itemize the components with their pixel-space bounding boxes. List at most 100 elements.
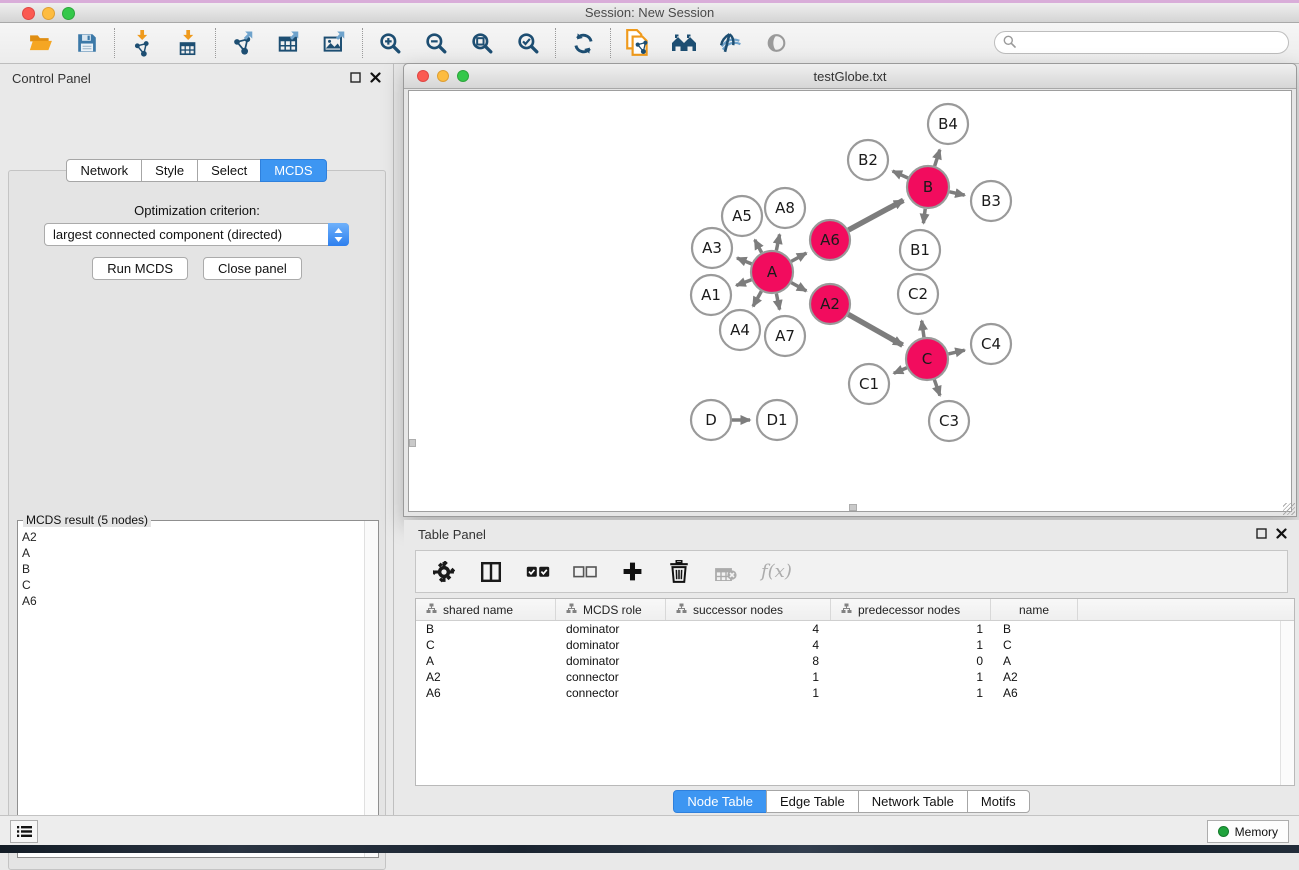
close-window-button[interactable] [22,7,35,20]
result-scrollbar[interactable] [364,521,378,857]
table-cell[interactable]: A [991,654,1078,668]
tab-mcds[interactable]: MCDS [260,159,326,182]
table-cell[interactable]: 1 [831,670,991,684]
table-cell[interactable]: A2 [416,670,556,684]
edge-C-C1[interactable] [894,368,907,374]
table-cell[interactable]: A [416,654,556,668]
table-cell[interactable]: dominator [556,638,666,652]
zoom-in-icon[interactable] [377,30,403,56]
search-input[interactable] [1021,36,1288,50]
column-header-shared-name[interactable]: shared name [416,599,556,620]
run-mcds-button[interactable]: Run MCDS [92,257,188,280]
network-close-button[interactable] [417,70,429,82]
table-cell[interactable]: 8 [666,654,831,668]
edge-B-B4[interactable] [935,150,940,166]
table-cell[interactable]: B [991,622,1078,636]
edge-A-A4[interactable] [753,291,761,306]
table-cell[interactable]: B [416,622,556,636]
table-cell[interactable]: C [991,638,1078,652]
edge-C-C4[interactable] [948,350,964,354]
save-session-icon[interactable] [74,30,100,56]
table-cell[interactable]: 4 [666,622,831,636]
table-cell[interactable]: connector [556,686,666,700]
close-panel-button[interactable]: Close panel [203,257,302,280]
table-cell[interactable]: A6 [416,686,556,700]
float-table-panel-icon[interactable] [1256,527,1267,542]
edge-A6-B[interactable] [848,200,903,230]
mcds-result-list[interactable]: A2ABCA6 [19,529,363,856]
tab-network[interactable]: Network [66,159,142,182]
network-window-titlebar[interactable]: testGlobe.txt [404,64,1296,89]
table-cell[interactable]: 1 [666,686,831,700]
column-header-name[interactable]: name [991,599,1078,620]
tab-edge-table[interactable]: Edge Table [766,790,859,813]
tab-network-table[interactable]: Network Table [858,790,968,813]
column-header-predecessor-nodes[interactable]: predecessor nodes [831,599,991,620]
edge-A-A7[interactable] [776,294,779,310]
table-cell[interactable]: 1 [831,686,991,700]
horizontal-scrollbar-thumb[interactable] [849,504,857,511]
export-table-icon[interactable] [276,30,302,56]
import-table-icon[interactable] [175,30,201,56]
edge-B-B1[interactable] [923,209,925,223]
table-cell[interactable]: 1 [831,638,991,652]
select-all-icon[interactable] [526,560,550,584]
edge-A-A5[interactable] [755,240,762,253]
result-list-item[interactable]: C [22,577,363,593]
vertical-scrollbar-thumb[interactable] [409,439,416,447]
close-table-panel-icon[interactable] [1276,527,1287,542]
resize-grip-icon[interactable] [1283,503,1295,515]
edge-A-A6[interactable] [791,253,806,261]
table-row[interactable]: Adominator80A [416,653,1294,669]
table-cell[interactable]: 1 [666,670,831,684]
network-graph[interactable]: B4B2BB3A5A8A6A3B1AA1C2A2A4A7C4CC1C3DD1 [409,91,1292,512]
edge-A-A8[interactable] [776,234,779,250]
tab-node-table[interactable]: Node Table [673,790,767,813]
table-scrollbar[interactable] [1280,621,1294,785]
export-network-icon[interactable] [230,30,256,56]
table-cell[interactable]: A2 [991,670,1078,684]
show-visibility-icon[interactable] [763,30,789,56]
result-list-item[interactable]: A6 [22,593,363,609]
edge-A-A3[interactable] [737,258,752,264]
tab-motifs[interactable]: Motifs [967,790,1030,813]
table-cell[interactable]: 1 [831,622,991,636]
result-list-item[interactable]: A2 [22,529,363,545]
delete-table-icon[interactable] [714,560,738,584]
apply-function-icon[interactable]: f(x) [761,561,792,582]
float-panel-icon[interactable] [350,71,361,86]
refresh-layout-icon[interactable] [570,30,596,56]
hide-panels-icon[interactable] [717,30,743,56]
table-settings-icon[interactable] [432,560,456,584]
table-cell[interactable]: 0 [831,654,991,668]
tab-style[interactable]: Style [141,159,198,182]
table-header-row[interactable]: shared nameMCDS rolesuccessor nodesprede… [416,599,1294,621]
edge-B-B2[interactable] [893,171,908,178]
task-history-button[interactable] [10,820,38,843]
result-list-item[interactable]: A [22,545,363,561]
network-minimize-button[interactable] [437,70,449,82]
table-row[interactable]: A2connector11A2 [416,669,1294,685]
zoom-selected-icon[interactable] [515,30,541,56]
deselect-all-icon[interactable] [573,560,597,584]
table-row[interactable]: A6connector11A6 [416,685,1294,701]
open-session-icon[interactable] [28,30,54,56]
split-columns-icon[interactable] [479,560,503,584]
table-cell[interactable]: C [416,638,556,652]
close-panel-icon[interactable] [370,71,381,86]
network-canvas[interactable]: B4B2BB3A5A8A6A3B1AA1C2A2A4A7C4CC1C3DD1 [408,90,1292,512]
table-cell[interactable]: dominator [556,654,666,668]
zoom-window-button[interactable] [62,7,75,20]
table-cell[interactable]: A6 [991,686,1078,700]
home-view-icon[interactable] [671,30,697,56]
table-cell[interactable]: dominator [556,622,666,636]
column-header-MCDS-role[interactable]: MCDS role [556,599,666,620]
edge-A2-C[interactable] [848,314,902,345]
duplicate-network-icon[interactable] [625,30,651,56]
add-column-icon[interactable] [620,560,644,584]
column-header-successor-nodes[interactable]: successor nodes [666,599,831,620]
edge-A-A1[interactable] [736,280,751,286]
edge-C-C3[interactable] [934,380,940,396]
network-zoom-button[interactable] [457,70,469,82]
export-image-icon[interactable] [322,30,348,56]
